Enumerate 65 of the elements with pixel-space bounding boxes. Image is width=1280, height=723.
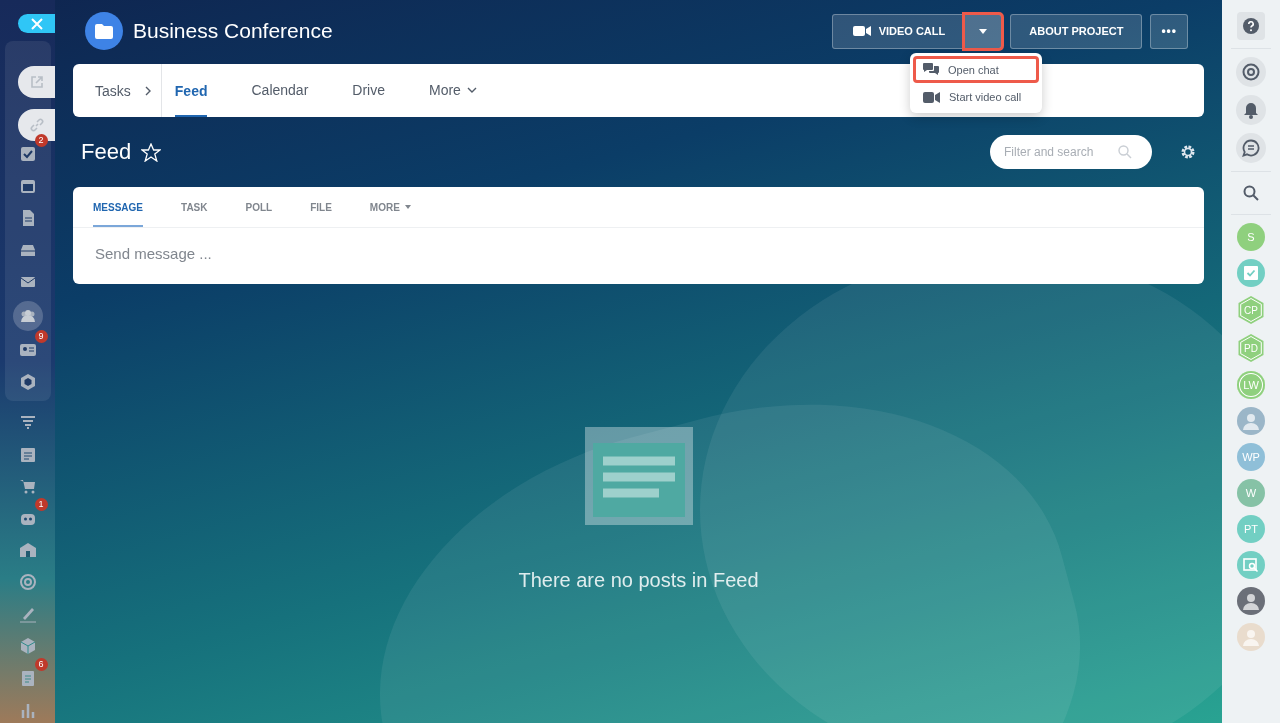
open-chat-menu-item[interactable]: Open chat	[914, 57, 1038, 82]
composer-tab[interactable]: MORE	[369, 187, 411, 227]
nav-tab[interactable]: More	[429, 64, 477, 117]
bell-icon	[1244, 101, 1258, 119]
empty-state-message: There are no posts in Feed	[518, 569, 759, 592]
card-icon	[18, 341, 37, 359]
list-icon	[18, 445, 37, 463]
people-icon	[18, 307, 37, 325]
count-badge: 6	[34, 658, 48, 671]
pen-icon	[18, 605, 37, 623]
cart-icon	[18, 477, 37, 495]
calendar-icon	[18, 177, 37, 195]
count-badge: 9	[34, 330, 48, 343]
photo-avatar[interactable]	[1237, 587, 1265, 615]
video-camera-icon	[923, 91, 940, 103]
star-icon[interactable]	[141, 142, 162, 162]
house-icon	[18, 541, 37, 559]
checkbox-icon	[1244, 266, 1258, 280]
more-button[interactable]: •••	[1150, 13, 1188, 49]
document-search-icon	[1243, 557, 1259, 573]
video-camera-icon	[852, 25, 871, 37]
caret-icon	[979, 28, 988, 34]
funnel-icon	[18, 413, 37, 431]
target-icon	[18, 573, 37, 591]
chat-button[interactable]	[1236, 133, 1266, 163]
chat-icon	[1242, 139, 1260, 157]
folder-icon	[95, 23, 113, 39]
user-silhouette-icon	[1242, 592, 1260, 610]
help-icon	[1243, 18, 1259, 34]
close-icon	[30, 17, 43, 30]
about-project-button[interactable]: ABOUT PROJECT	[1010, 13, 1143, 49]
notifications-button[interactable]	[1236, 95, 1266, 125]
help-button[interactable]	[1237, 12, 1265, 40]
user-silhouette-icon	[1242, 628, 1260, 646]
open-external-button[interactable]	[18, 66, 55, 98]
video-call-menu-item[interactable]: Start video call	[914, 85, 1038, 109]
link-icon	[28, 117, 45, 133]
nav-tab[interactable]: Calendar	[251, 64, 309, 117]
chat-bubbles-icon	[923, 63, 939, 76]
search-field[interactable]: Filter and search	[990, 135, 1152, 169]
search-icon	[1243, 185, 1259, 201]
settings-icon[interactable]	[1180, 144, 1196, 160]
hexagon-icon	[18, 373, 37, 391]
page-title: Feed	[81, 139, 132, 165]
nav-tab[interactable]: Feed	[174, 64, 208, 117]
composer-tab[interactable]: POLL	[245, 187, 273, 227]
document-lines-icon	[584, 427, 693, 525]
nav-tab[interactable]: Drive	[352, 64, 385, 117]
user-silhouette-icon	[1242, 412, 1260, 430]
people-menu-item[interactable]	[12, 301, 43, 331]
cube-icon	[18, 637, 37, 655]
composer-tab[interactable]: MESSAGE	[93, 187, 143, 227]
video-call-button[interactable]: VIDEO CALL	[831, 13, 965, 49]
search-icon	[1118, 145, 1132, 159]
composer-tab[interactable]: TASK	[181, 187, 208, 227]
external-link-icon	[29, 75, 44, 89]
tasks-link[interactable]: Tasks	[95, 82, 131, 99]
project-title: Business Conference	[133, 19, 333, 43]
check-icon	[18, 145, 37, 163]
count-badge: 1	[34, 498, 48, 511]
chevron-right-icon	[144, 85, 151, 96]
activity-button[interactable]	[1236, 57, 1266, 87]
link-button[interactable]	[18, 109, 55, 141]
close-button[interactable]	[18, 14, 55, 33]
composer-tab[interactable]: FILE	[310, 187, 332, 227]
